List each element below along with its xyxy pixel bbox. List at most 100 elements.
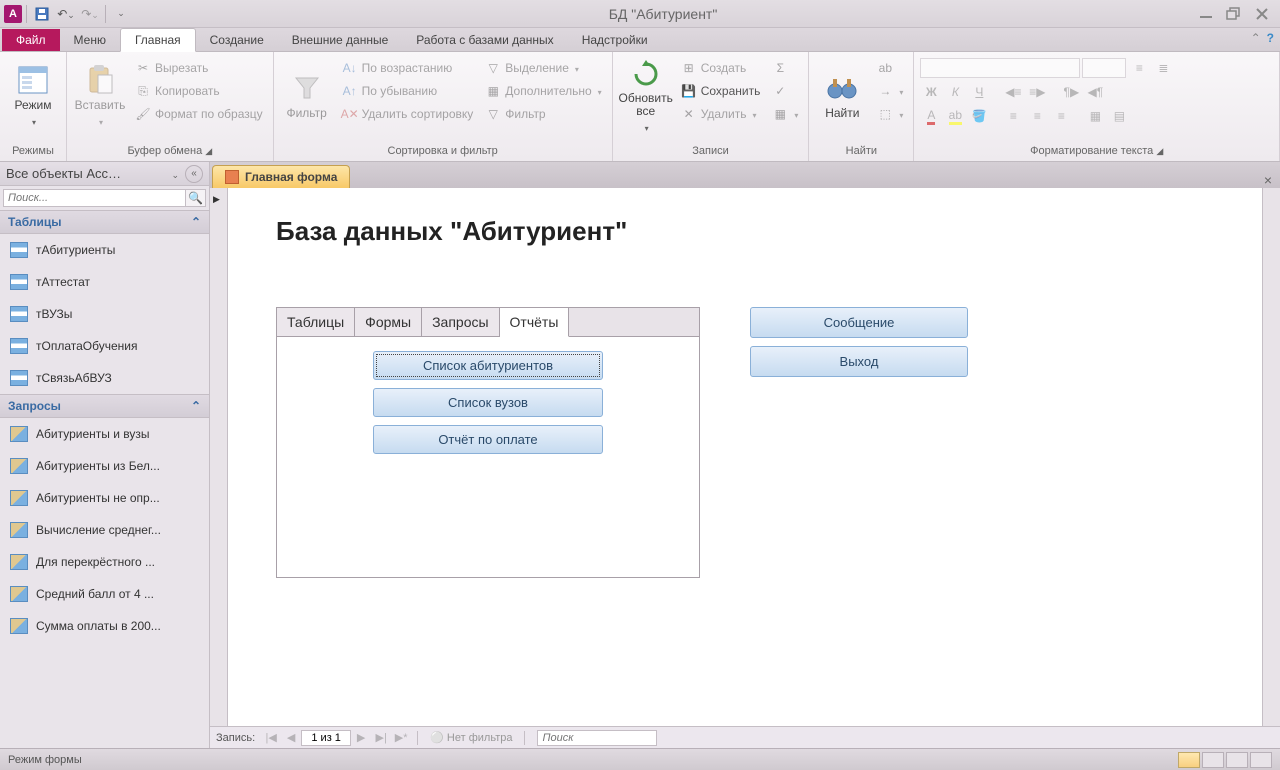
nav-first-icon[interactable]: |◀ — [261, 731, 281, 744]
view-datasheet-icon[interactable] — [1202, 752, 1224, 768]
numbering-icon[interactable]: ≣ — [1152, 58, 1174, 78]
indent-dec-icon[interactable]: ◀≡ — [1002, 82, 1024, 102]
tab-home[interactable]: Главная — [120, 28, 196, 52]
tab-addins[interactable]: Надстройки — [568, 29, 662, 51]
view-design-icon[interactable] — [1250, 752, 1272, 768]
tab-file[interactable]: Файл — [2, 29, 60, 51]
align-left-icon[interactable]: ≡ — [1002, 106, 1024, 126]
nav-last-icon[interactable]: ▶| — [371, 731, 391, 744]
nav-query-item[interactable]: Абитуриенты и вузы — [0, 418, 209, 450]
find-button[interactable]: Найти — [815, 58, 869, 134]
view-mode-button[interactable]: Режим — [6, 58, 60, 134]
nav-table-item[interactable]: тАбитуриенты — [0, 234, 209, 266]
nav-group-queries[interactable]: Запросы⌃ — [0, 394, 209, 418]
tc-tab-reports[interactable]: Отчёты — [500, 308, 570, 337]
redo-icon[interactable]: ↷ — [79, 3, 101, 25]
minimize-icon[interactable] — [1194, 4, 1218, 24]
nav-next-icon[interactable]: ▶ — [351, 731, 371, 744]
exit-button[interactable]: Выход — [750, 346, 968, 377]
nav-query-item[interactable]: Средний балл от 4 ... — [0, 578, 209, 610]
align-center-icon[interactable]: ≡ — [1026, 106, 1048, 126]
bold-icon[interactable]: Ж — [920, 82, 942, 102]
view-layout-icon[interactable] — [1226, 752, 1248, 768]
view-form-icon[interactable] — [1178, 752, 1200, 768]
tc-tab-queries[interactable]: Запросы — [422, 308, 499, 337]
italic-icon[interactable]: К — [944, 82, 966, 102]
nav-table-item[interactable]: тАттестат — [0, 266, 209, 298]
sigma-icon: Σ — [772, 60, 788, 76]
nav-new-icon[interactable]: ▶* — [391, 731, 411, 744]
bullets-icon[interactable]: ≡ — [1128, 58, 1150, 78]
report-universities-button[interactable]: Список вузов — [373, 388, 603, 417]
indent-inc-icon[interactable]: ≡▶ — [1026, 82, 1048, 102]
align-right-icon[interactable]: ≡ — [1050, 106, 1072, 126]
font-family-select[interactable] — [920, 58, 1080, 78]
record-selector[interactable] — [210, 188, 228, 726]
nav-search-input[interactable] — [3, 189, 186, 207]
ribbon-minimize-icon[interactable]: ⌃ — [1251, 31, 1261, 45]
rtl-icon[interactable]: ◀¶ — [1084, 82, 1106, 102]
record-position-input[interactable] — [301, 730, 351, 746]
tc-tab-forms[interactable]: Формы — [355, 308, 422, 337]
help-icon[interactable]: ? — [1267, 31, 1274, 45]
underline-icon[interactable]: Ч — [968, 82, 990, 102]
nav-table-item[interactable]: тОплатаОбучения — [0, 330, 209, 362]
tab-external[interactable]: Внешние данные — [278, 29, 403, 51]
title-bar: A ↶ ↷ БД "Абитуриент" — [0, 0, 1280, 28]
table-icon — [10, 338, 28, 354]
nav-query-item[interactable]: Абитуриенты не опр... — [0, 482, 209, 514]
nav-query-item[interactable]: Абитуриенты из Бел... — [0, 450, 209, 482]
query-icon — [10, 554, 28, 570]
nav-table-item[interactable]: тВУЗы — [0, 298, 209, 330]
nav-prev-icon[interactable]: ◀ — [281, 731, 301, 744]
undo-icon[interactable]: ↶ — [55, 3, 77, 25]
nav-query-item[interactable]: Сумма оплаты в 200... — [0, 610, 209, 642]
doc-close-icon[interactable]: × — [1260, 172, 1280, 188]
totals-button: Σ — [768, 58, 802, 78]
message-button[interactable]: Сообщение — [750, 307, 968, 338]
nav-collapse-icon[interactable]: « — [185, 165, 203, 183]
close-icon[interactable] — [1250, 4, 1274, 24]
report-applicants-button[interactable]: Список абитуриентов — [373, 351, 603, 380]
paste-button: Вставить — [73, 58, 127, 134]
nav-query-item[interactable]: Вычисление среднег... — [0, 514, 209, 546]
gridlines-icon[interactable]: ▦ — [1084, 106, 1106, 126]
sort-asc-icon: A↓ — [342, 60, 358, 76]
toggle-filter-icon: ▽ — [485, 106, 501, 122]
clear-sort-icon: A✕ — [342, 106, 358, 122]
tab-create[interactable]: Создание — [196, 29, 278, 51]
highlight-icon[interactable]: ab — [944, 106, 966, 126]
qat-customize-icon[interactable] — [110, 3, 132, 25]
font-size-select[interactable] — [1082, 58, 1126, 78]
save-icon[interactable] — [31, 3, 53, 25]
table-icon — [10, 306, 28, 322]
refresh-all-button[interactable]: Обновить все — [619, 58, 673, 134]
table-icon — [10, 242, 28, 258]
nav-title[interactable]: Все объекты Acc… — [6, 166, 171, 181]
nav-group-tables[interactable]: Таблицы⌃ — [0, 210, 209, 234]
doc-tab-main-form[interactable]: Главная форма — [212, 165, 350, 188]
app-icon[interactable]: A — [4, 5, 22, 23]
paste-icon — [84, 64, 116, 96]
save-record-button[interactable]: 💾Сохранить — [677, 81, 765, 101]
select-icon: ⬚ — [877, 106, 893, 122]
advanced-icon: ▦ — [485, 83, 501, 99]
select-button: ⬚ — [873, 104, 907, 124]
vertical-scrollbar[interactable] — [1262, 188, 1280, 726]
search-icon[interactable]: 🔍 — [186, 189, 206, 207]
nav-query-item[interactable]: Для перекрёстного ... — [0, 546, 209, 578]
tab-menu[interactable]: Меню — [60, 29, 120, 51]
record-search-input[interactable] — [537, 730, 657, 746]
fill-color-icon[interactable]: 🪣 — [968, 106, 990, 126]
nav-dropdown-icon[interactable] — [171, 167, 179, 181]
report-payment-button[interactable]: Отчёт по оплате — [373, 425, 603, 454]
alt-row-icon[interactable]: ▤ — [1108, 106, 1130, 126]
restore-icon[interactable] — [1222, 4, 1246, 24]
font-color-icon[interactable]: A — [920, 106, 942, 126]
copy-button: ⎘Копировать — [131, 81, 267, 101]
tab-dbtools[interactable]: Работа с базами данных — [402, 29, 567, 51]
tc-tab-tables[interactable]: Таблицы — [277, 308, 355, 337]
ltr-icon[interactable]: ¶▶ — [1060, 82, 1082, 102]
delete-icon: ✕ — [681, 106, 697, 122]
nav-table-item[interactable]: тСвязьАбВУЗ — [0, 362, 209, 394]
